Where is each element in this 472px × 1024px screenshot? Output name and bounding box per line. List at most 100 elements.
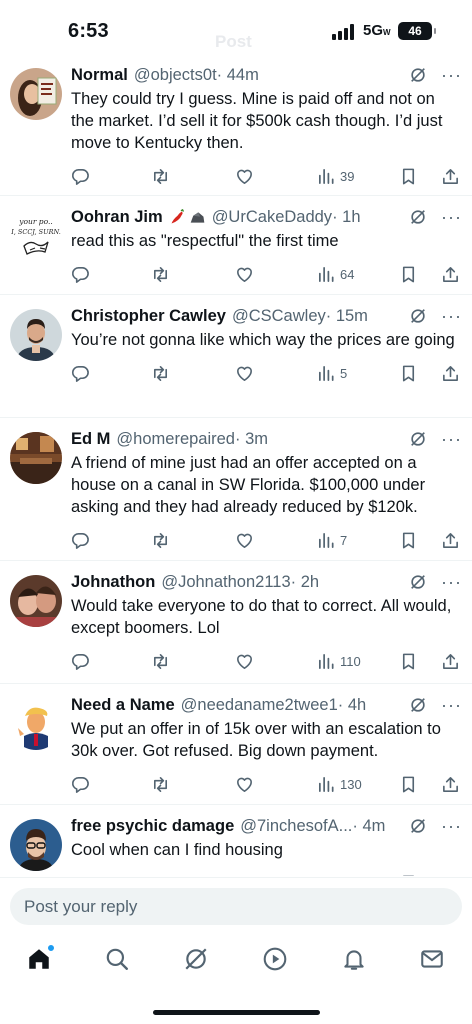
user-handle[interactable]: @homerepaired (116, 430, 235, 449)
like-icon[interactable] (235, 530, 254, 550)
tab-search[interactable] (104, 946, 132, 974)
like-icon[interactable] (235, 774, 254, 794)
user-handle[interactable]: @Johnathon2113 (161, 573, 290, 592)
reply-tweet[interactable]: Christopher Cawley @CSCawley · 15m ··· Yo… (0, 295, 472, 418)
grok-icon[interactable] (409, 66, 427, 84)
reply-input[interactable]: Post your reply (10, 888, 462, 925)
reply-icon[interactable] (71, 264, 90, 284)
repost-icon[interactable] (151, 530, 170, 550)
search-icon (106, 948, 128, 970)
avatar[interactable] (10, 575, 62, 627)
display-name[interactable]: Christopher Cawley (71, 307, 226, 326)
avatar[interactable] (10, 68, 62, 120)
grok-icon[interactable] (409, 307, 427, 325)
share-icon[interactable] (441, 530, 460, 550)
tab-messages[interactable] (419, 946, 447, 974)
like-icon[interactable] (235, 873, 254, 876)
views-counter[interactable]: 5 (317, 363, 347, 383)
bookmark-icon[interactable] (399, 774, 418, 794)
bookmark-icon[interactable] (399, 873, 418, 876)
tab-notifications[interactable] (341, 946, 369, 974)
more-icon[interactable]: ··· (441, 66, 462, 84)
reply-icon[interactable] (71, 530, 90, 550)
share-icon[interactable] (441, 166, 460, 186)
reply-tweet[interactable]: Need a Name @needaname2twee1 · 4h ··· We … (0, 684, 472, 805)
share-icon[interactable] (441, 363, 460, 383)
chili-pepper-emoji (171, 208, 184, 223)
replies-feed[interactable]: Normal @objects0t · 44m ··· They could tr… (0, 62, 472, 876)
bookmark-icon[interactable] (399, 363, 418, 383)
views-count: 130 (340, 776, 362, 792)
display-name[interactable]: Normal (71, 66, 128, 85)
reply-composer: Post your reply (0, 877, 472, 931)
views-counter[interactable]: 7 (317, 530, 347, 550)
more-icon[interactable]: ··· (441, 430, 462, 448)
grok-icon[interactable] (409, 573, 427, 591)
user-handle[interactable]: @7inchesofA... (240, 817, 352, 836)
reply-tweet[interactable]: your po.. I, SCCJ, SURN. Oohran Jim @UrCa… (0, 196, 472, 295)
views-counter[interactable]: 39 (317, 166, 354, 186)
reply-icon[interactable] (71, 873, 90, 876)
repost-icon[interactable] (151, 264, 170, 284)
share-icon[interactable] (441, 774, 460, 794)
reply-tweet[interactable]: Ed M @homerepaired · 3m ··· A friend of m… (0, 418, 472, 561)
tab-grok[interactable] (183, 946, 211, 974)
repost-icon[interactable] (151, 873, 170, 876)
user-handle[interactable]: @objects0t (134, 66, 217, 85)
like-icon[interactable] (235, 264, 254, 284)
more-icon[interactable]: ··· (441, 696, 462, 714)
user-handle[interactable]: @needaname2twee1 (181, 696, 338, 715)
more-icon[interactable]: ··· (441, 307, 462, 325)
user-handle[interactable]: @UrCakeDaddy (212, 208, 332, 227)
grok-icon[interactable] (409, 696, 427, 714)
bookmark-icon[interactable] (399, 166, 418, 186)
avatar[interactable] (10, 432, 62, 484)
bookmark-icon[interactable] (399, 264, 418, 284)
like-icon[interactable] (235, 166, 254, 186)
share-icon[interactable] (441, 651, 460, 671)
reply-icon[interactable] (71, 774, 90, 794)
repost-icon[interactable] (151, 774, 170, 794)
like-icon[interactable] (235, 363, 254, 383)
grok-icon[interactable] (409, 208, 427, 226)
display-name[interactable]: free psychic damage (71, 817, 234, 836)
avatar[interactable] (10, 698, 62, 750)
reply-icon[interactable] (71, 651, 90, 671)
more-icon[interactable]: ··· (441, 208, 462, 226)
timestamp: · 4m (352, 816, 386, 835)
reply-tweet[interactable]: free psychic damage @7inchesofA... · 4m ·… (0, 805, 472, 876)
more-icon[interactable]: ··· (441, 817, 462, 835)
tab-video[interactable] (262, 946, 290, 974)
grok-icon[interactable] (409, 817, 427, 835)
user-handle[interactable]: @CSCawley (232, 307, 326, 326)
more-icon[interactable]: ··· (441, 573, 462, 591)
reply-tweet[interactable]: Normal @objects0t · 44m ··· They could tr… (0, 62, 472, 196)
reply-tweet[interactable]: Johnathon @Johnathon2113 · 2h ··· Would t… (0, 561, 472, 684)
repost-icon[interactable] (151, 166, 170, 186)
display-name[interactable]: Ed M (71, 430, 110, 449)
avatar[interactable] (10, 819, 62, 871)
grok-icon[interactable] (409, 430, 427, 448)
views-counter[interactable]: 7 (317, 873, 347, 876)
avatar[interactable] (10, 309, 62, 361)
like-icon[interactable] (235, 651, 254, 671)
views-icon (318, 653, 334, 669)
reply-icon[interactable] (71, 363, 90, 383)
bookmark-icon[interactable] (399, 651, 418, 671)
repost-icon[interactable] (151, 651, 170, 671)
tab-home[interactable] (26, 944, 55, 974)
views-icon (318, 365, 334, 381)
avatar[interactable]: your po.. I, SCCJ, SURN. (10, 210, 62, 262)
share-icon[interactable] (441, 264, 460, 284)
views-counter[interactable]: 64 (317, 264, 354, 284)
display-name[interactable]: Oohran Jim (71, 208, 163, 227)
views-count: 110 (340, 653, 361, 669)
repost-icon[interactable] (151, 363, 170, 383)
display-name[interactable]: Need a Name (71, 696, 175, 715)
display-name[interactable]: Johnathon (71, 573, 155, 592)
views-counter[interactable]: 110 (317, 651, 361, 671)
views-counter[interactable]: 130 (317, 774, 362, 794)
share-icon[interactable] (441, 873, 460, 876)
bookmark-icon[interactable] (399, 530, 418, 550)
reply-icon[interactable] (71, 166, 90, 186)
